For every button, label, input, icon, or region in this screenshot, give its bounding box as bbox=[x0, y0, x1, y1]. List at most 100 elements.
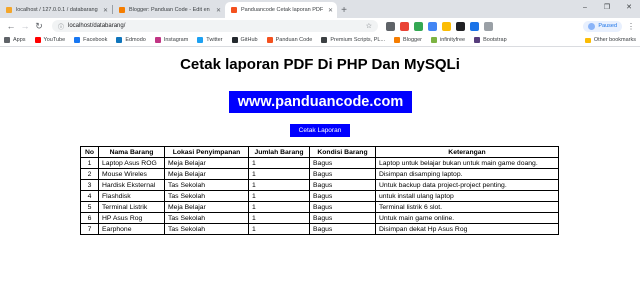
cell-jumlah: 1 bbox=[248, 157, 310, 169]
cell-nama-barang: Mouse Wireles bbox=[98, 168, 165, 180]
print-report-button[interactable]: Cetak Laporan bbox=[290, 124, 350, 137]
new-tab-button[interactable]: + bbox=[337, 2, 351, 18]
extension-icon[interactable] bbox=[442, 21, 451, 31]
close-tab-icon[interactable]: ✕ bbox=[216, 7, 221, 14]
bookmark-apps[interactable]: Apps bbox=[4, 37, 26, 43]
bookmark-youtube[interactable]: YouTube bbox=[34, 37, 66, 43]
cell-no: 1 bbox=[80, 157, 99, 169]
cell-keterangan: untuk install ulang laptop bbox=[375, 190, 559, 202]
reload-icon[interactable]: ↻ bbox=[32, 19, 46, 33]
cell-no: 5 bbox=[80, 201, 99, 213]
address-bar[interactable]: ⓘ localhost/databarang/ ☆ bbox=[52, 20, 378, 32]
cell-no: 7 bbox=[80, 223, 99, 235]
bookmark-blogger[interactable]: Blogger bbox=[394, 37, 422, 43]
bookmark-github[interactable]: GitHub bbox=[231, 37, 258, 43]
extension-icon[interactable] bbox=[400, 21, 409, 31]
bookmark-instagram[interactable]: Instagram bbox=[154, 37, 189, 43]
extension-icon[interactable] bbox=[470, 21, 479, 31]
bookmark-star-icon[interactable]: ☆ bbox=[366, 22, 372, 30]
cell-jumlah: 1 bbox=[248, 168, 310, 180]
info-icon[interactable]: ⓘ bbox=[58, 22, 64, 31]
close-tab-icon[interactable]: ✕ bbox=[103, 7, 108, 14]
blogger-favicon-icon bbox=[119, 7, 125, 13]
bookmark-label: Blogger bbox=[403, 37, 423, 43]
minimize-icon[interactable]: – bbox=[574, 0, 596, 14]
bookmark-facebook[interactable]: Facebook bbox=[74, 37, 107, 43]
cell-lokasi: Tas Sekolah bbox=[164, 212, 249, 224]
extension-icon[interactable] bbox=[484, 21, 493, 31]
extension-icon[interactable] bbox=[456, 21, 465, 31]
maximize-icon[interactable]: ❐ bbox=[596, 0, 618, 14]
bookmark-label: GitHub bbox=[240, 37, 258, 43]
column-header-nama-barang: Nama Barang bbox=[98, 146, 165, 158]
cell-kondisi: Bagus bbox=[309, 168, 376, 180]
table-row: 4 Flashdisk Tas Sekolah 1 Bagus untuk in… bbox=[80, 190, 559, 202]
column-header-lokasi: Lokasi Penyimpanan bbox=[164, 146, 249, 158]
column-header-no: No bbox=[80, 146, 99, 158]
bookmark-label: Apps bbox=[13, 37, 26, 43]
extension-icon[interactable] bbox=[428, 21, 437, 31]
extension-icon[interactable] bbox=[386, 21, 395, 31]
cell-nama-barang: Earphone bbox=[98, 223, 165, 235]
cell-no: 6 bbox=[80, 212, 99, 224]
url-text: localhost/databarang/ bbox=[68, 23, 126, 29]
bookmark-label: Instagram bbox=[163, 37, 189, 43]
site-banner: www.panduancode.com bbox=[229, 91, 412, 113]
column-header-keterangan: Keterangan bbox=[375, 146, 559, 158]
table-header-row: No Nama Barang Lokasi Penyimpanan Jumlah… bbox=[80, 146, 559, 158]
bookmark-premium-scripts[interactable]: Premium Scripts, PL... bbox=[321, 37, 385, 43]
cell-nama-barang: HP Asus Rog bbox=[98, 212, 165, 224]
extensions-area bbox=[386, 21, 493, 31]
cell-kondisi: Bagus bbox=[309, 201, 376, 213]
more-menu-icon[interactable]: ⋮ bbox=[626, 22, 636, 31]
bookmark-panduan-code[interactable]: Panduan Code bbox=[266, 37, 312, 43]
bookmarks-bar: Apps YouTube Facebook Edmodo Instagram T… bbox=[0, 34, 640, 47]
youtube-icon bbox=[34, 37, 41, 43]
cell-lokasi: Meja Belajar bbox=[164, 201, 249, 213]
browser-tab-phpmyadmin[interactable]: localhost / 127.0.0.1 / databarang ✕ bbox=[0, 2, 112, 18]
bootstrap-icon bbox=[474, 37, 481, 43]
close-tab-icon[interactable]: ✕ bbox=[328, 7, 333, 14]
cell-jumlah: 1 bbox=[248, 212, 310, 224]
back-arrow-icon[interactable]: ← bbox=[4, 19, 18, 33]
infinityfree-icon bbox=[431, 37, 438, 43]
cell-jumlah: 1 bbox=[248, 179, 310, 191]
cell-lokasi: Tas Sekolah bbox=[164, 223, 249, 235]
apps-grid-icon bbox=[4, 37, 10, 43]
table-row: 7 Earphone Tas Sekolah 1 Bagus Disimpan … bbox=[80, 223, 559, 235]
cell-no: 2 bbox=[80, 168, 99, 180]
cell-kondisi: Bagus bbox=[309, 190, 376, 202]
github-icon bbox=[231, 37, 238, 43]
bookmark-label: Bootstrap bbox=[483, 37, 507, 43]
bookmark-twitter[interactable]: Twitter bbox=[197, 37, 223, 43]
cell-keterangan: Laptop untuk belajar bukan untuk main ga… bbox=[375, 157, 559, 169]
panduancode-favicon-icon bbox=[231, 7, 237, 13]
table-row: 2 Mouse Wireles Meja Belajar 1 Bagus Dis… bbox=[80, 168, 559, 180]
window-controls: – ❐ ✕ bbox=[574, 0, 640, 14]
other-bookmarks[interactable]: Other bookmarks bbox=[584, 37, 636, 43]
close-window-icon[interactable]: ✕ bbox=[618, 0, 640, 14]
profile-button[interactable]: Paused bbox=[583, 20, 622, 32]
forward-arrow-icon[interactable]: → bbox=[18, 19, 32, 33]
browser-tab-panduancode[interactable]: Panduancode Cetak laporan PDF ✕ bbox=[225, 2, 337, 18]
avatar bbox=[588, 22, 596, 30]
extension-icon[interactable] bbox=[414, 21, 423, 31]
cell-keterangan: Untuk backup data project-project pentin… bbox=[375, 179, 559, 191]
cell-lokasi: Tas Sekolah bbox=[164, 190, 249, 202]
cell-keterangan: Untuk main game online. bbox=[375, 212, 559, 224]
bookmark-label: YouTube bbox=[43, 37, 66, 43]
cell-jumlah: 1 bbox=[248, 201, 310, 213]
facebook-icon bbox=[74, 37, 81, 43]
cell-no: 3 bbox=[80, 179, 99, 191]
table-row: 6 HP Asus Rog Tas Sekolah 1 Bagus Untuk … bbox=[80, 212, 559, 224]
browser-toolbar: ← → ↻ ⓘ localhost/databarang/ ☆ Paused ⋮ bbox=[0, 18, 640, 34]
bookmark-edmodo[interactable]: Edmodo bbox=[116, 37, 146, 43]
report-table: No Nama Barang Lokasi Penyimpanan Jumlah… bbox=[80, 146, 559, 235]
cell-nama-barang: Flashdisk bbox=[98, 190, 165, 202]
profile-status: Paused bbox=[598, 23, 617, 29]
page-content: Cetak laporan PDF Di PHP Dan MySQLi www.… bbox=[0, 48, 640, 293]
bookmark-bootstrap[interactable]: Bootstrap bbox=[474, 37, 507, 43]
browser-tab-blogger[interactable]: Blogger: Panduan Code - Edit en ✕ bbox=[113, 2, 225, 18]
bookmark-infinityfree[interactable]: infinityfree bbox=[431, 37, 465, 43]
column-header-kondisi: Kondisi Barang bbox=[309, 146, 376, 158]
